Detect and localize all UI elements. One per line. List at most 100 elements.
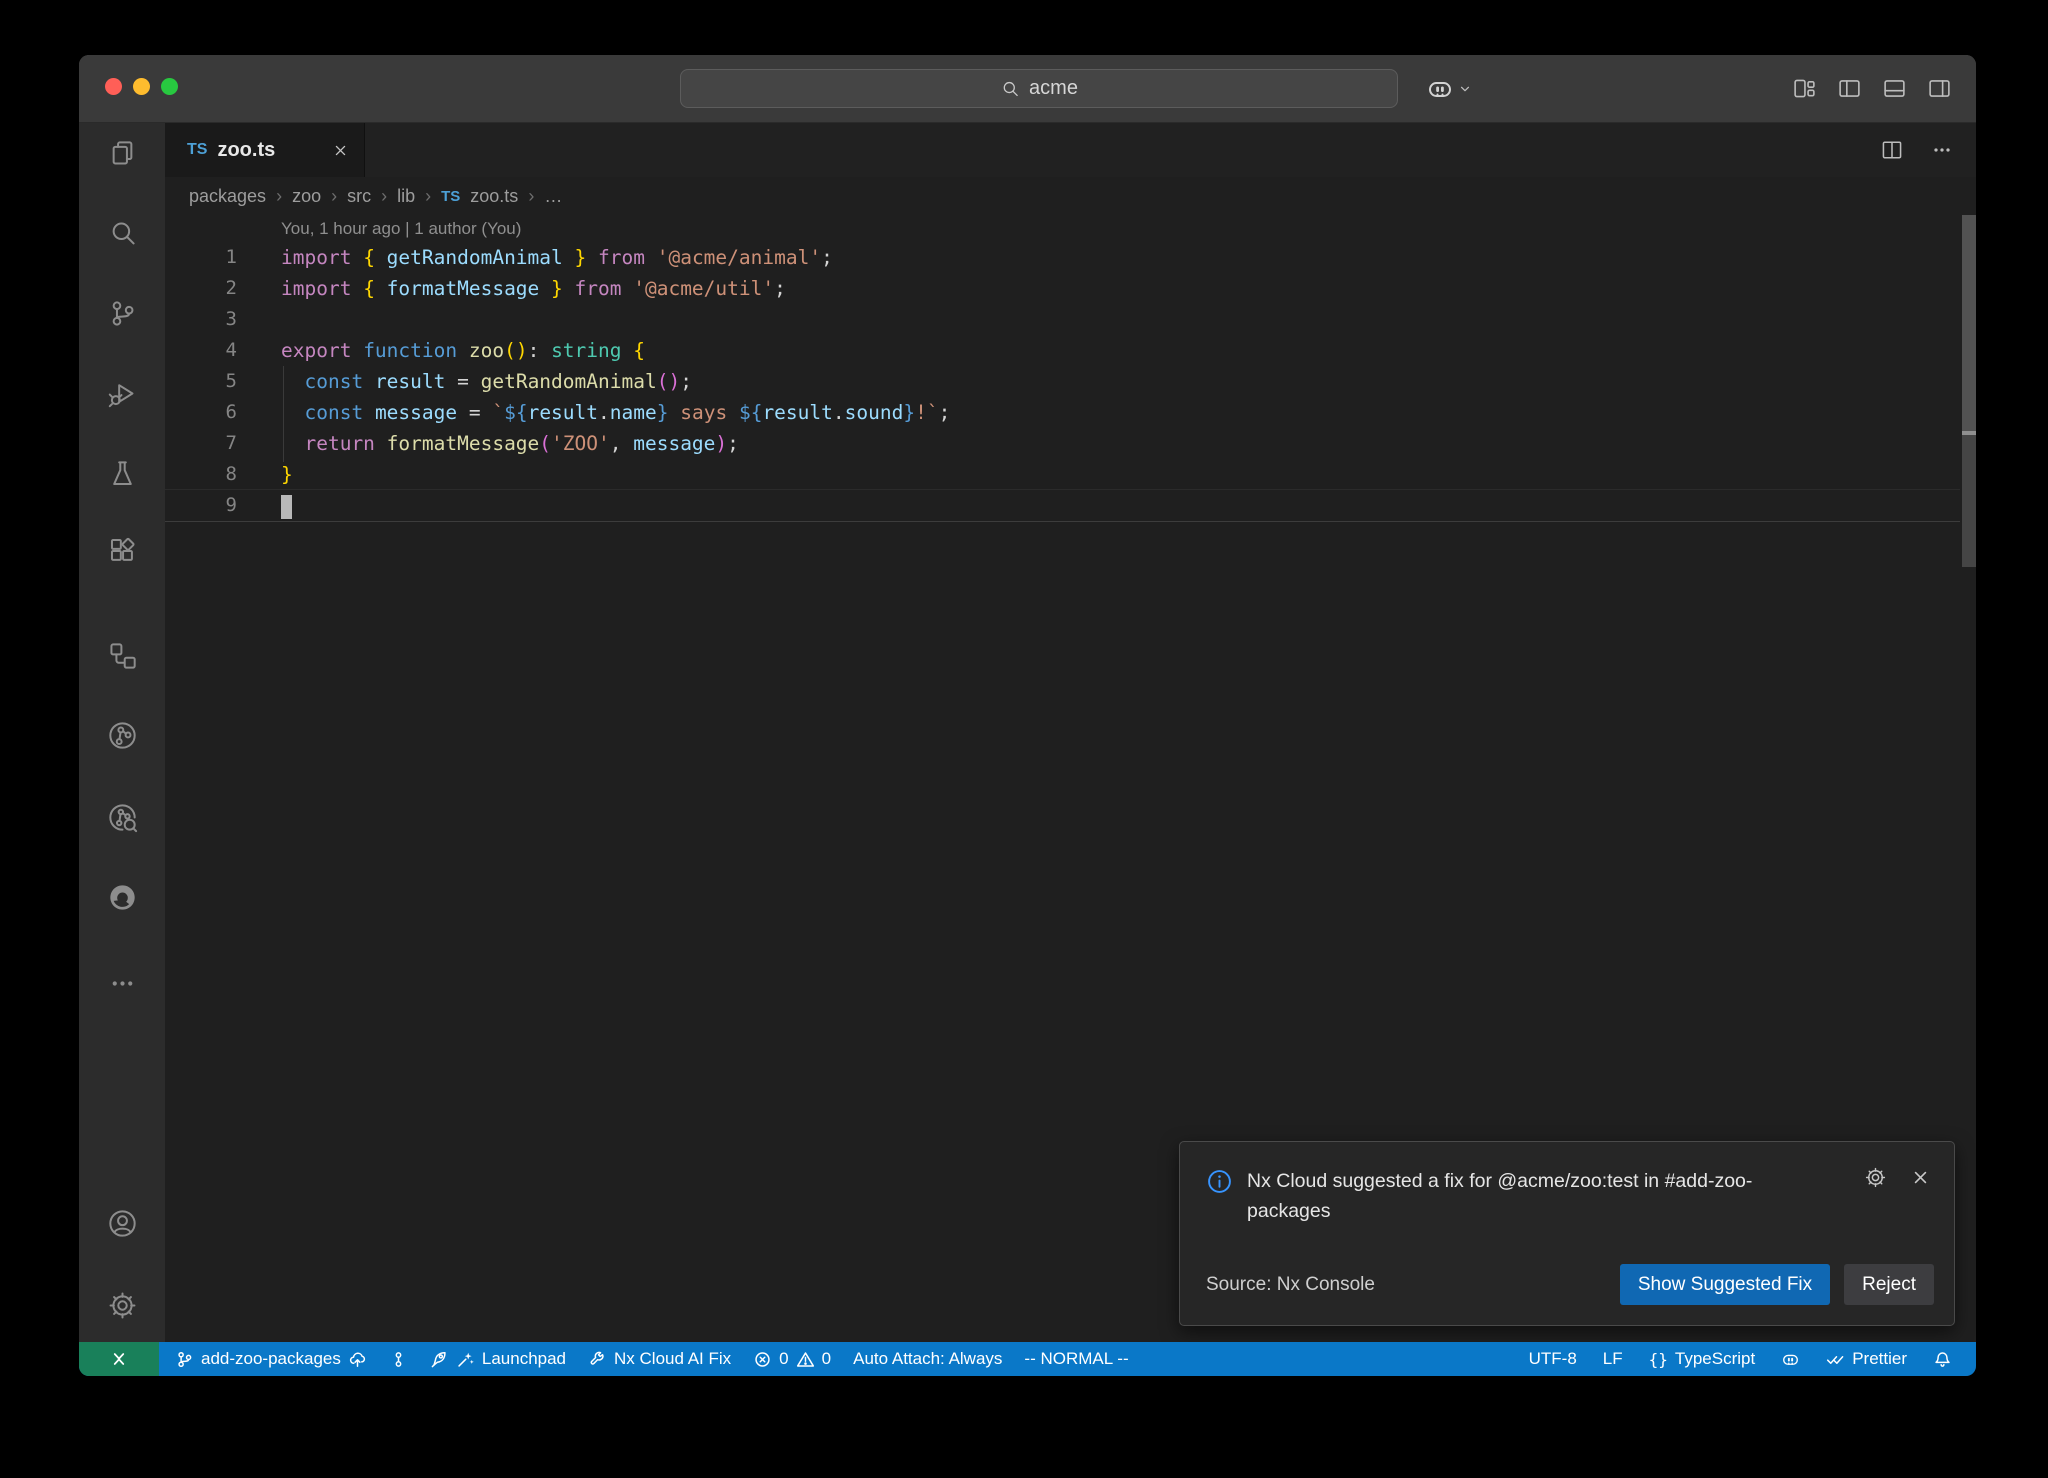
- toggle-secondary-sidebar-icon[interactable]: [1927, 76, 1952, 101]
- breadcrumb-separator-icon: ›: [425, 186, 431, 207]
- code-line: 8}: [165, 459, 1960, 490]
- notification-toast: Nx Cloud suggested a fix for @acme/zoo:t…: [1179, 1141, 1955, 1326]
- wand-icon: [456, 1350, 475, 1369]
- status-bar-item-copilot-status[interactable]: [1781, 1350, 1800, 1369]
- toggle-sidebar-icon[interactable]: [1837, 76, 1862, 101]
- hierarchy-icon: [107, 640, 138, 671]
- activity-bar-item-testing[interactable]: [79, 445, 165, 501]
- activity-bar-item-source-control[interactable]: [79, 285, 165, 341]
- more-icon: [107, 968, 138, 999]
- notification-settings-icon[interactable]: [1864, 1166, 1887, 1189]
- activity-bar-item-explorer[interactable]: [79, 125, 165, 181]
- command-center-search[interactable]: acme: [680, 69, 1398, 108]
- split-editor-icon[interactable]: [1880, 138, 1904, 162]
- customize-layout-icon[interactable]: [1792, 76, 1817, 101]
- search-icon: [1000, 79, 1020, 99]
- status-bar-item-problems[interactable]: 00: [753, 1349, 831, 1369]
- status-bar-item-git-graph[interactable]: [389, 1350, 408, 1369]
- activity-bar-item-extensions[interactable]: [79, 522, 165, 578]
- activity-bar-item-more-views[interactable]: [79, 955, 165, 1011]
- breadcrumb-separator-icon: ›: [528, 186, 534, 207]
- activity-bar-item-references[interactable]: [79, 627, 165, 683]
- copilot-menu[interactable]: [1426, 55, 1473, 122]
- status-bar-item-launchpad[interactable]: Launchpad: [430, 1349, 566, 1369]
- status-bar-item-auto-attach[interactable]: Auto Attach: Always: [853, 1349, 1002, 1369]
- notification-close-icon[interactable]: [1909, 1166, 1932, 1189]
- breadcrumb-item[interactable]: src: [347, 186, 371, 207]
- cloud-upload-icon: [348, 1350, 367, 1369]
- activity-bar-item-run-and-debug[interactable]: [79, 365, 165, 421]
- notification-source: Source: Nx Console: [1206, 1274, 1375, 1296]
- code-line: 4export function zoo(): string {: [165, 335, 1960, 366]
- line-number: 7: [165, 428, 237, 459]
- breadcrumb-separator-icon: ›: [331, 186, 337, 207]
- code-line: 7 return formatMessage('ZOO', message);: [165, 428, 1960, 459]
- tab-label: zoo.ts: [217, 139, 275, 162]
- editor-scrollbar[interactable]: [1962, 215, 1976, 1342]
- breadcrumb-file[interactable]: zoo.ts: [470, 186, 518, 207]
- nx-graph-search-icon: [107, 802, 138, 833]
- close-tab-icon[interactable]: [331, 141, 350, 160]
- status-bar-item-git-branch[interactable]: add-zoo-packages: [175, 1349, 367, 1369]
- line-number: 5: [165, 366, 237, 397]
- git-commit-icon: [389, 1350, 408, 1369]
- status-bar-item-nx-cloud-ai-fix[interactable]: Nx Cloud AI Fix: [588, 1349, 731, 1369]
- minimize-window-button[interactable]: [133, 78, 150, 95]
- activity-bar: [79, 123, 165, 1342]
- status-bar-item-encoding[interactable]: UTF-8: [1529, 1349, 1577, 1369]
- tab-zoo-ts[interactable]: TS zoo.ts: [165, 123, 365, 177]
- vscode-window: acme TS zoo.ts packages › zoo › src › lib: [79, 55, 1976, 1376]
- line-number: 9: [165, 490, 237, 521]
- debug-icon: [107, 378, 138, 409]
- activity-bar-item-edge-tools[interactable]: [79, 869, 165, 925]
- ts-file-icon: TS: [441, 188, 460, 205]
- line-number: 6: [165, 397, 237, 428]
- status-bar-item-vim-mode[interactable]: -- NORMAL --: [1024, 1349, 1128, 1369]
- remote-indicator-icon: [109, 1349, 129, 1369]
- nx-console-icon: [107, 720, 138, 751]
- status-bar-item-language[interactable]: {}TypeScript: [1649, 1349, 1756, 1369]
- code-line: 2import { formatMessage } from '@acme/ut…: [165, 273, 1960, 304]
- overview-ruler-cursor-mark: [1962, 431, 1976, 435]
- ts-file-icon: TS: [187, 141, 207, 159]
- line-number: 1: [165, 242, 237, 273]
- files-icon: [107, 138, 138, 169]
- breadcrumb-separator-icon: ›: [276, 186, 282, 207]
- title-bar: acme: [79, 55, 1976, 123]
- breadcrumb-symbol-tail[interactable]: …: [544, 186, 562, 207]
- layout-controls: [1792, 55, 1952, 122]
- close-window-button[interactable]: [105, 78, 122, 95]
- activity-bar-item-search[interactable]: [79, 205, 165, 261]
- rocket-icon: [430, 1350, 449, 1369]
- activity-bar-item-settings[interactable]: [79, 1277, 165, 1333]
- reject-button[interactable]: Reject: [1844, 1264, 1934, 1305]
- source-control-icon: [107, 298, 138, 329]
- status-bar-item-prettier[interactable]: Prettier: [1826, 1349, 1907, 1369]
- breadcrumb-item[interactable]: packages: [189, 186, 266, 207]
- zoom-window-button[interactable]: [161, 78, 178, 95]
- status-bar: add-zoo-packages Launchpad Nx Cloud AI Fix…: [79, 1342, 1976, 1376]
- activity-bar-item-nx-project-graph[interactable]: [79, 789, 165, 845]
- code-line: 5 const result = getRandomAnimal();: [165, 366, 1960, 397]
- toggle-panel-icon[interactable]: [1882, 76, 1907, 101]
- extensions-icon: [107, 535, 138, 566]
- wrench-icon: [588, 1350, 607, 1369]
- copilot-icon: [1426, 75, 1454, 103]
- git-branch-icon: [175, 1350, 194, 1369]
- editor-actions: [1880, 123, 1954, 177]
- info-icon: [1206, 1168, 1233, 1195]
- breadcrumb-item[interactable]: lib: [397, 186, 415, 207]
- status-bar-item-notifications-bell[interactable]: [1933, 1350, 1952, 1369]
- status-bar-item-eol[interactable]: LF: [1603, 1349, 1623, 1369]
- remote-indicator[interactable]: [79, 1342, 159, 1376]
- edge-icon: [107, 882, 138, 913]
- more-actions-icon[interactable]: [1930, 138, 1954, 162]
- braces-icon: {}: [1649, 1350, 1668, 1369]
- show-suggested-fix-button[interactable]: Show Suggested Fix: [1620, 1264, 1830, 1305]
- activity-bar-item-account[interactable]: [79, 1195, 165, 1251]
- activity-bar-item-nx-console[interactable]: [79, 707, 165, 763]
- window-controls: [105, 78, 178, 95]
- breadcrumb-item[interactable]: zoo: [292, 186, 321, 207]
- git-blame-annotation: You, 1 hour ago | 1 author (You): [281, 219, 521, 239]
- bell-icon: [1933, 1350, 1952, 1369]
